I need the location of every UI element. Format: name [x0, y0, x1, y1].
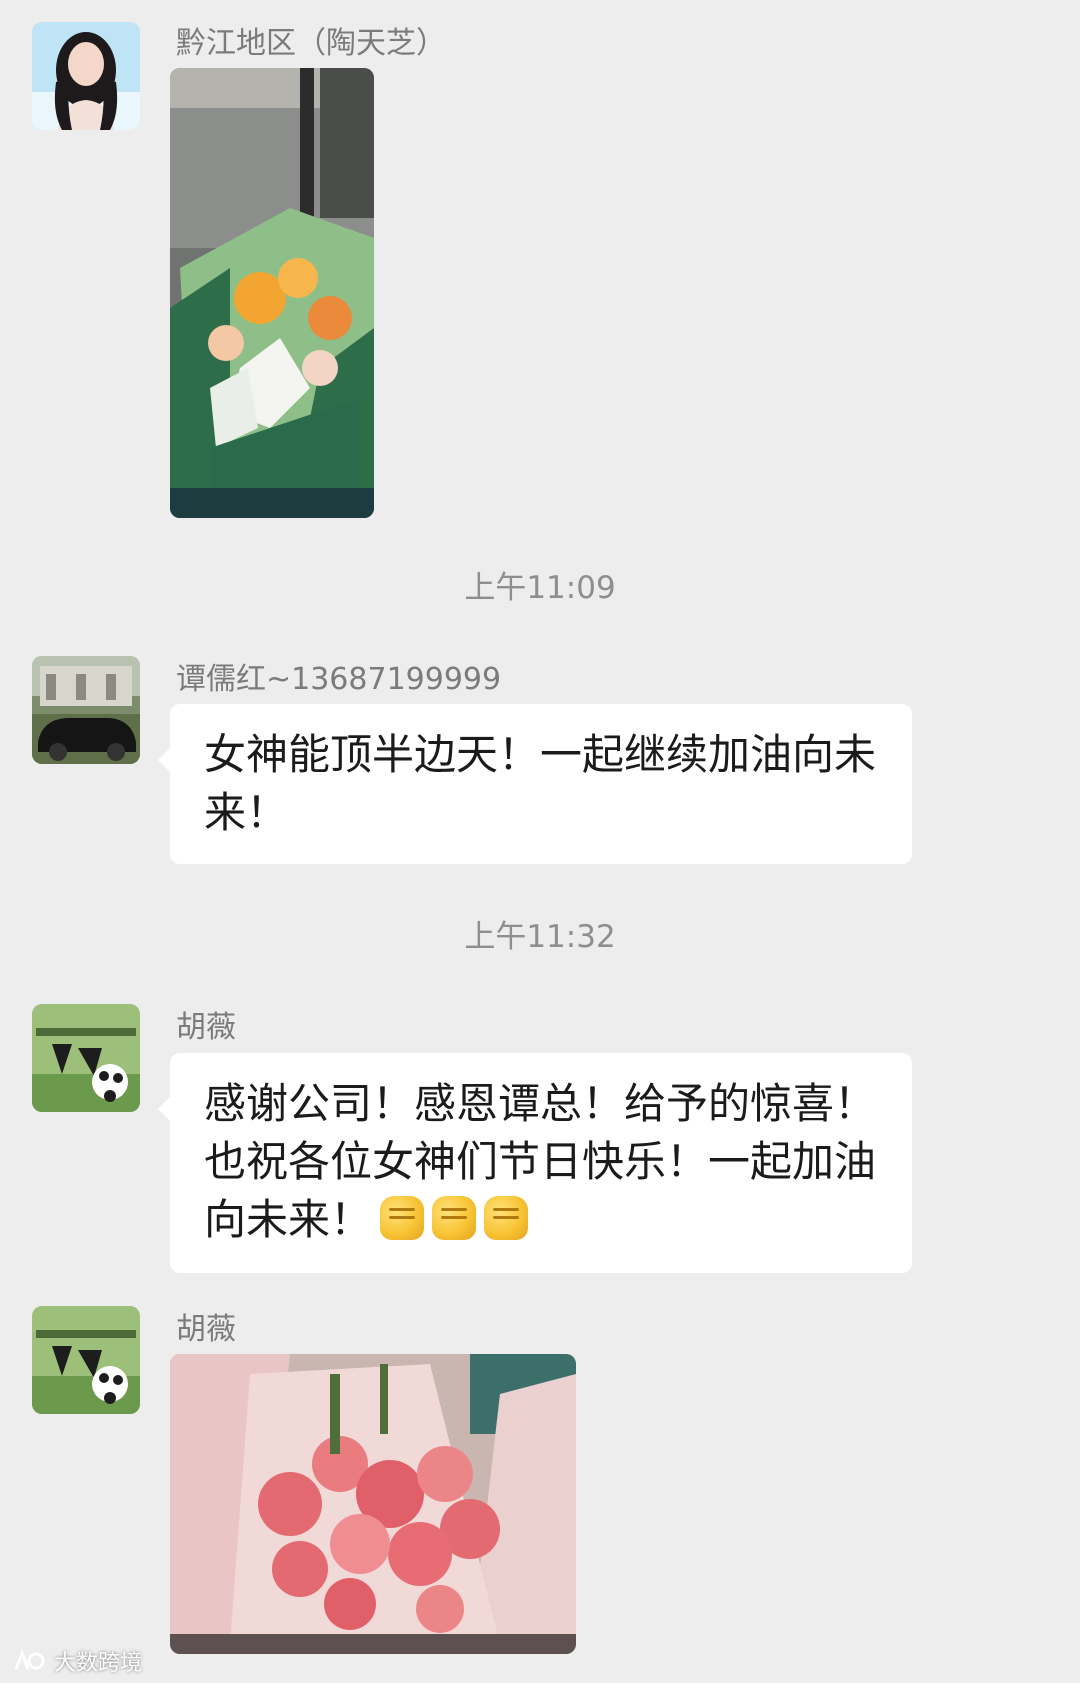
- sender-name: 黔江地区（陶天芝）: [176, 26, 446, 61]
- timestamp: 上午11:09: [464, 570, 616, 606]
- watermark-text: 大数跨境: [54, 1651, 143, 1676]
- message-text: 女神能顶半边天！一起继续加油向未来！: [204, 730, 877, 837]
- sender-name: 胡薇: [176, 1010, 236, 1045]
- fist-emoji: [432, 1196, 477, 1240]
- sender-name: 胡薇: [176, 1312, 236, 1347]
- avatar-hu-wei[interactable]: [32, 1004, 140, 1112]
- sender-name: 谭儒红~13687199999: [176, 662, 502, 697]
- watermark-logo-icon: [14, 1649, 45, 1670]
- fist-emoji: [380, 1196, 425, 1240]
- flower-photo-1[interactable]: [170, 68, 374, 518]
- avatar-tan-ruhong[interactable]: [32, 656, 140, 764]
- message-bubble[interactable]: 感谢公司！感恩谭总！给予的惊喜！也祝各位女神们节日快乐！一起加油向未来！: [158, 1053, 912, 1273]
- avatar-hu-wei[interactable]: [32, 1306, 140, 1414]
- timestamp: 上午11:32: [464, 919, 616, 955]
- message-bubble[interactable]: 女神能顶半边天！一起继续加油向未来！: [158, 704, 912, 864]
- flower-photo-2[interactable]: [170, 1354, 576, 1654]
- avatar-tao-tianzhi[interactable]: [32, 22, 140, 130]
- message-text: 感谢公司！感恩谭总！给予的惊喜！也祝各位女神们节日快乐！一起加油向未来！: [204, 1079, 877, 1244]
- watermark: 大数跨境: [12, 1646, 142, 1676]
- fist-emoji: [484, 1196, 529, 1240]
